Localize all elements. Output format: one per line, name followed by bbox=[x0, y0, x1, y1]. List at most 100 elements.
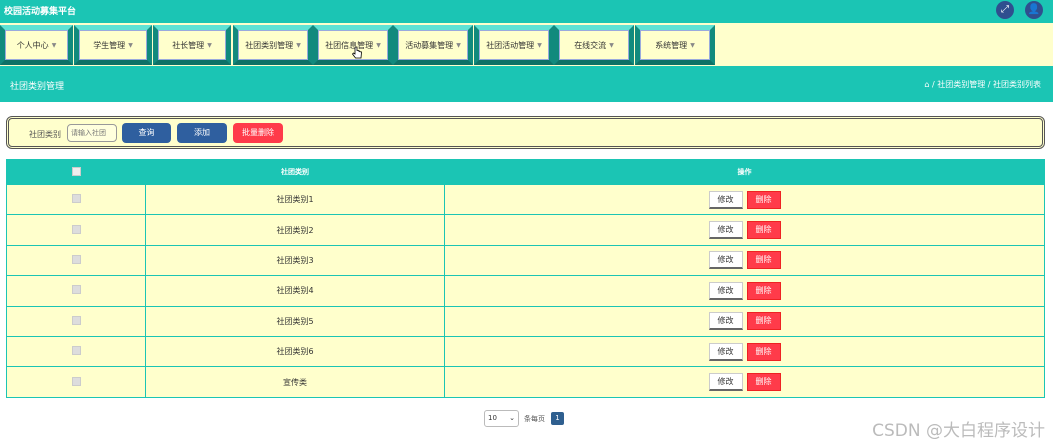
delete-button[interactable]: 删除 bbox=[746, 251, 781, 270]
edit-button[interactable]: 修改 bbox=[708, 342, 743, 361]
delete-button[interactable]: 删除 bbox=[746, 342, 781, 361]
nav-item-student[interactable]: 学生管理 ▼ bbox=[74, 25, 152, 65]
select-all-checkbox[interactable] bbox=[71, 166, 81, 176]
edit-button[interactable]: 修改 bbox=[708, 281, 743, 300]
per-page-label: 条每页 bbox=[524, 415, 545, 423]
chevron-down-icon: ▼ bbox=[609, 41, 614, 49]
table-row: 社团类别3 修改 删除 bbox=[6, 244, 1045, 277]
chevron-down-icon: ▼ bbox=[51, 41, 57, 49]
nav-item-club-activity[interactable]: 社团活动管理 ▼ bbox=[474, 25, 554, 65]
column-header-actions: 操作 bbox=[444, 159, 1045, 185]
chevron-down-icon: ▼ bbox=[296, 41, 301, 49]
table-row: 社团类别2 修改 删除 bbox=[6, 214, 1045, 246]
search-label: 社团类别 bbox=[29, 130, 61, 139]
nav-item-president[interactable]: 社长管理 ▼ bbox=[153, 25, 231, 65]
edit-button[interactable]: 修改 bbox=[708, 312, 743, 331]
nav-item-system[interactable]: 系统管理 ▼ bbox=[635, 25, 715, 65]
actions-cell: 修改 删除 bbox=[444, 305, 1045, 337]
edit-button[interactable]: 修改 bbox=[708, 221, 743, 240]
nav-item-label: 个人中心 bbox=[16, 40, 49, 50]
nav-item-label: 学生管理 bbox=[93, 40, 126, 50]
chevron-down-icon: ⌄ bbox=[509, 414, 515, 422]
row-select-cell bbox=[6, 275, 146, 307]
category-cell: 社团类别2 bbox=[145, 214, 445, 246]
row-checkbox[interactable] bbox=[71, 194, 81, 204]
page-number-current[interactable]: 1 bbox=[551, 412, 564, 425]
data-table: 社团类别 操作 社团类别1 修改 删除 社团类别2 修改 删除 社团类别3 修改 删除 社团类别4… bbox=[6, 159, 1045, 398]
category-cell: 社团类别3 bbox=[145, 244, 445, 277]
delete-button[interactable]: 删除 bbox=[746, 221, 781, 240]
delete-button[interactable]: 删除 bbox=[746, 281, 781, 300]
chevron-down-icon: ▼ bbox=[690, 41, 695, 49]
category-cell: 宣传类 bbox=[145, 366, 445, 398]
delete-button[interactable]: 删除 bbox=[746, 190, 781, 209]
fullscreen-icon[interactable]: ⤢ bbox=[996, 1, 1014, 19]
nav-item-label: 社团活动管理 bbox=[486, 40, 535, 50]
chevron-down-icon: ▼ bbox=[537, 41, 542, 49]
breadcrumb: ⌂ / 社团类别管理 / 社团类别列表 bbox=[924, 80, 1041, 89]
edit-button[interactable]: 修改 bbox=[708, 251, 743, 270]
delete-button[interactable]: 删除 bbox=[746, 312, 781, 331]
nav-item-label: 社团类别管理 bbox=[245, 40, 294, 50]
row-select-cell bbox=[6, 244, 146, 277]
row-checkbox[interactable] bbox=[71, 346, 81, 356]
search-panel: 社团类别 查询 添加 批量删除 bbox=[6, 116, 1045, 149]
table-row: 社团类别1 修改 删除 bbox=[6, 183, 1045, 216]
actions-cell: 修改 删除 bbox=[444, 366, 1045, 398]
row-select-cell bbox=[6, 183, 146, 216]
nav-bar: 个人中心 ▼ 学生管理 ▼ 社长管理 ▼ 社团类别管理 ▼ 社团信息管理 ▼ 活动募集管理… bbox=[0, 23, 1053, 66]
edit-button[interactable]: 修改 bbox=[708, 190, 743, 209]
nav-item-label: 在线交流 bbox=[574, 40, 607, 50]
page-size-select[interactable]: 10 ⌄ bbox=[484, 410, 519, 427]
table-header-row: 社团类别 操作 bbox=[6, 159, 1045, 185]
table-row: 社团类别4 修改 删除 bbox=[6, 275, 1045, 307]
actions-cell: 修改 删除 bbox=[444, 214, 1045, 246]
app-title: 校园活动募集平台 bbox=[4, 7, 77, 17]
table-row: 社团类别6 修改 删除 bbox=[6, 335, 1045, 368]
page-header: 社团类别管理 ⌂ / 社团类别管理 / 社团类别列表 bbox=[0, 66, 1053, 102]
watermark: CSDN @大白程序设计 bbox=[872, 421, 1045, 441]
select-all-cell bbox=[6, 159, 146, 185]
row-select-cell bbox=[6, 305, 146, 337]
table-row: 宣传类 修改 删除 bbox=[6, 366, 1045, 398]
row-select-cell bbox=[6, 335, 146, 368]
row-checkbox[interactable] bbox=[71, 376, 81, 386]
row-select-cell bbox=[6, 214, 146, 246]
row-checkbox[interactable] bbox=[71, 285, 81, 295]
actions-cell: 修改 删除 bbox=[444, 183, 1045, 216]
chevron-down-icon: ▼ bbox=[456, 41, 461, 49]
chevron-down-icon: ▼ bbox=[376, 41, 381, 49]
actions-cell: 修改 删除 bbox=[444, 275, 1045, 307]
nav-item-online-chat[interactable]: 在线交流 ▼ bbox=[554, 25, 634, 65]
page-title: 社团类别管理 bbox=[10, 82, 65, 92]
nav-item-label: 系统管理 bbox=[655, 40, 688, 50]
batch-delete-button[interactable]: 批量删除 bbox=[233, 123, 283, 143]
nav-item-club-category[interactable]: 社团类别管理 ▼ bbox=[233, 25, 313, 65]
top-bar: 校园活动募集平台 ⤢ 👤 bbox=[0, 0, 1053, 23]
actions-cell: 修改 删除 bbox=[444, 244, 1045, 277]
hand-cursor-icon bbox=[351, 46, 362, 59]
nav-item-activity-recruit[interactable]: 活动募集管理 ▼ bbox=[393, 25, 473, 65]
row-checkbox[interactable] bbox=[71, 315, 81, 325]
user-icon[interactable]: 👤 bbox=[1025, 1, 1043, 19]
category-cell: 社团类别5 bbox=[145, 305, 445, 337]
category-cell: 社团类别4 bbox=[145, 275, 445, 307]
add-button[interactable]: 添加 bbox=[177, 123, 227, 143]
search-input[interactable] bbox=[67, 124, 117, 142]
column-header-category: 社团类别 bbox=[145, 159, 445, 185]
row-checkbox[interactable] bbox=[71, 224, 81, 234]
nav-item-label: 社团信息管理 bbox=[325, 40, 374, 50]
delete-button[interactable]: 删除 bbox=[746, 373, 781, 392]
nav-item-personal-center[interactable]: 个人中心 ▼ bbox=[0, 25, 73, 65]
actions-cell: 修改 删除 bbox=[444, 335, 1045, 368]
nav-item-label: 社长管理 bbox=[172, 40, 205, 50]
nav-item-label: 活动募集管理 bbox=[405, 40, 454, 50]
category-cell: 社团类别6 bbox=[145, 335, 445, 368]
category-cell: 社团类别1 bbox=[145, 183, 445, 216]
table-row: 社团类别5 修改 删除 bbox=[6, 305, 1045, 337]
row-checkbox[interactable] bbox=[71, 254, 81, 264]
query-button[interactable]: 查询 bbox=[122, 123, 171, 143]
row-select-cell bbox=[6, 366, 146, 398]
edit-button[interactable]: 修改 bbox=[708, 373, 743, 392]
chevron-down-icon: ▼ bbox=[128, 41, 133, 49]
